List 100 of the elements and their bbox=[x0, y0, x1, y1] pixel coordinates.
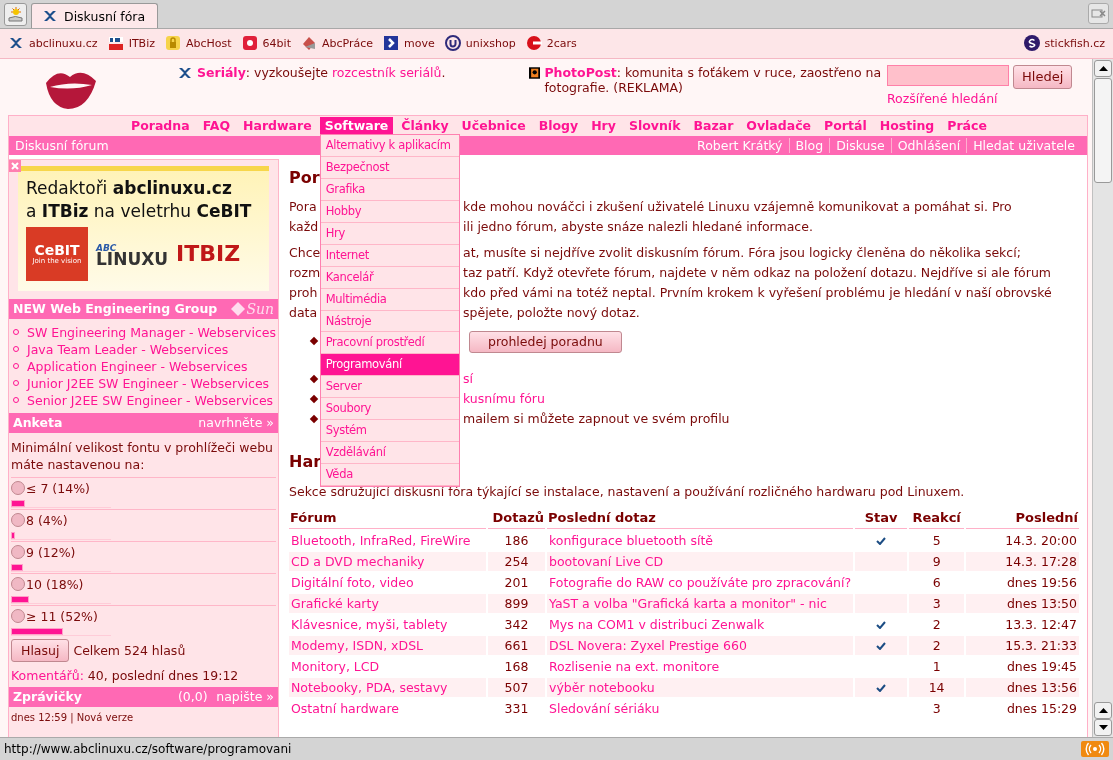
menu-item[interactable]: Vzdělávání bbox=[320, 441, 459, 464]
new-tab-button[interactable] bbox=[4, 3, 27, 26]
promo-link[interactable]: Seriály bbox=[197, 64, 246, 80]
paragraph-text: každ bbox=[289, 218, 319, 234]
close-tab-button[interactable] bbox=[1088, 3, 1109, 24]
paragraph-text: proh bbox=[289, 284, 318, 300]
radio-button[interactable] bbox=[11, 577, 25, 592]
scroll-up-icon[interactable] bbox=[1094, 702, 1112, 720]
forum-link[interactable]: Ostatní hardware bbox=[289, 698, 486, 718]
poll-option: 8 (4%) bbox=[26, 512, 68, 528]
forum-link[interactable]: Modemy, ISDN, xDSL bbox=[289, 635, 486, 655]
question-link[interactable]: DSL Novera: Zyxel Prestige 660 bbox=[547, 635, 854, 655]
chevron-icon bbox=[383, 35, 400, 51]
menu-item[interactable]: Multimédia bbox=[320, 288, 459, 311]
radio-button[interactable] bbox=[11, 481, 25, 496]
text-link[interactable]: kusnímu fóru bbox=[463, 391, 545, 407]
menu-item[interactable]: Bezpečnost bbox=[320, 157, 459, 180]
radio-button[interactable] bbox=[11, 513, 25, 528]
radio-button[interactable] bbox=[11, 545, 25, 560]
question-link[interactable]: Sledování sériáku bbox=[547, 698, 854, 718]
nav-link[interactable]: Články bbox=[396, 117, 454, 135]
forum-link[interactable]: Digitální foto, video bbox=[289, 572, 486, 592]
promo-link[interactable]: rozcestník seriálů bbox=[331, 64, 442, 80]
user-link[interactable]: Hledat uživatele bbox=[966, 137, 1081, 153]
question-link[interactable]: Fotografie do RAW co používáte pro zpracování? bbox=[547, 572, 854, 592]
menu-item[interactable]: Hobby bbox=[320, 201, 459, 223]
table-cell-text: 3 bbox=[931, 699, 942, 718]
question-link[interactable]: bootovaní Live CD bbox=[547, 551, 854, 571]
nav-link[interactable]: Hardware bbox=[238, 117, 317, 135]
bullet-icon bbox=[309, 394, 319, 404]
nav-link[interactable]: Poradna bbox=[126, 117, 195, 135]
comments-link[interactable]: Komentářů: bbox=[11, 667, 84, 683]
search-forum-button[interactable]: prohledej poradnu bbox=[469, 330, 622, 353]
menu-item[interactable]: Systém bbox=[320, 419, 459, 442]
ad-link[interactable]: PhotoPost bbox=[544, 64, 617, 80]
bookmark-link[interactable]: move bbox=[383, 35, 435, 51]
bookmark-link[interactable]: AbcHost bbox=[165, 35, 232, 51]
user-link[interactable]: Blog bbox=[788, 137, 830, 153]
job-link[interactable]: Java Team Leader - Webservices bbox=[27, 341, 229, 357]
user-link[interactable]: Odhlášení bbox=[890, 137, 967, 153]
nav-link[interactable]: Software bbox=[319, 117, 394, 135]
nav-link[interactable]: Bazar bbox=[688, 117, 739, 135]
forum-link[interactable]: Grafické karty bbox=[289, 593, 486, 613]
bookmark-link[interactable]: 2cars bbox=[525, 35, 577, 51]
search-button[interactable]: Hledej bbox=[1013, 64, 1073, 89]
nav-link[interactable]: Práce bbox=[942, 117, 992, 135]
vote-button[interactable]: Hlasuj bbox=[11, 638, 70, 662]
nav-link[interactable]: Ovladače bbox=[741, 117, 817, 135]
question-link[interactable]: YaST a volba "Grafická karta a monitor" - nic bbox=[547, 593, 854, 613]
question-link[interactable]: konfigurace bluetooth sítě bbox=[547, 530, 854, 550]
bookmark-link[interactable]: AbcPráce bbox=[300, 35, 374, 51]
nav-link[interactable]: Portál bbox=[819, 117, 872, 135]
menu-item[interactable]: Kancelář bbox=[320, 266, 459, 289]
scroll-down-icon[interactable] bbox=[1094, 719, 1112, 737]
bookmark-link[interactable]: 64bit bbox=[241, 35, 291, 51]
search-field[interactable] bbox=[887, 64, 1009, 86]
menu-item[interactable]: Server bbox=[320, 376, 459, 399]
bookmark-link[interactable]: unixshop bbox=[444, 35, 516, 51]
menu-item[interactable]: Programování bbox=[320, 354, 459, 377]
radio-button[interactable] bbox=[11, 609, 25, 624]
nav-link[interactable]: Učebnice bbox=[456, 117, 531, 135]
bookmark-link[interactable]: stickfish.cz bbox=[1023, 35, 1105, 51]
nav-link[interactable]: Hry bbox=[586, 117, 621, 135]
question-link[interactable]: výběr notebooku bbox=[547, 677, 854, 697]
paragraph-text: kdo před vámi na totéž neptal. Prvním krokem k vyřešení problému je hledání v naší obrovské bbox=[463, 283, 1052, 302]
nav-link[interactable]: Slovník bbox=[623, 117, 686, 135]
advanced-search-link[interactable]: Rozšířené hledání bbox=[887, 90, 1092, 106]
job-link[interactable]: SW Engineering Manager - Webservices bbox=[27, 324, 277, 340]
menu-item[interactable]: Nástroje bbox=[320, 310, 459, 333]
scroll-up-icon[interactable] bbox=[1094, 59, 1112, 77]
nav-link[interactable]: FAQ bbox=[197, 117, 236, 135]
nav-link[interactable]: Blogy bbox=[533, 117, 584, 135]
text-link[interactable]: sí bbox=[463, 371, 473, 387]
browser-tab[interactable]: Diskusní fóra bbox=[31, 3, 159, 28]
menu-item[interactable]: Internet bbox=[320, 244, 459, 267]
suggest-link[interactable]: navrhněte » bbox=[198, 415, 274, 431]
bookmark-link[interactable]: abclinuxu.cz bbox=[8, 35, 98, 51]
scrollbar-thumb[interactable] bbox=[1094, 77, 1112, 183]
bookmark-link[interactable]: ITBiz bbox=[107, 35, 155, 51]
user-link[interactable]: Diskuse bbox=[829, 137, 891, 153]
forum-link[interactable]: Monitory, LCD bbox=[289, 656, 486, 676]
nav-link[interactable]: Hosting bbox=[874, 117, 940, 135]
menu-item[interactable]: Grafika bbox=[320, 179, 459, 202]
menu-item[interactable]: Soubory bbox=[320, 398, 459, 420]
question-link[interactable]: Mys na COM1 v distribuci Zenwalk bbox=[547, 614, 854, 634]
menu-item[interactable]: Hry bbox=[320, 222, 459, 245]
forum-link[interactable]: Klávesnice, myši, tablety bbox=[289, 614, 486, 634]
forum-link[interactable]: Notebooky, PDA, sestavy bbox=[289, 677, 486, 697]
question-link[interactable]: Rozlisenie na ext. monitore bbox=[547, 656, 854, 676]
job-link[interactable]: Senior J2EE SW Engineer - Webservices bbox=[27, 392, 274, 408]
menu-item[interactable]: Věda bbox=[320, 463, 459, 486]
job-link[interactable]: Application Engineer - Webservices bbox=[27, 358, 248, 374]
table-cell-text: 201 bbox=[503, 573, 530, 592]
write-link[interactable]: napište » bbox=[216, 689, 274, 705]
forum-link[interactable]: CD a DVD mechaniky bbox=[289, 551, 486, 571]
user-link[interactable]: Robert Krátký bbox=[691, 137, 789, 153]
forum-link[interactable]: Bluetooth, InfraRed, FireWire bbox=[289, 530, 486, 550]
job-link[interactable]: Junior J2EE SW Engineer - Webservices bbox=[27, 375, 270, 391]
close-icon[interactable] bbox=[9, 159, 21, 172]
table-cell-text: 342 bbox=[503, 615, 530, 634]
